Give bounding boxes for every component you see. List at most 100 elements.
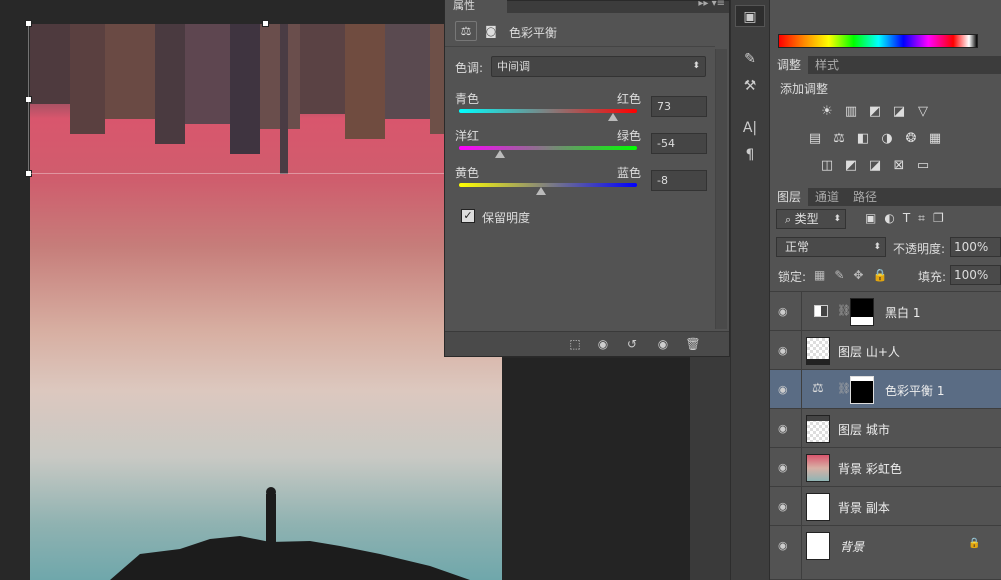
- pixel-filter-icon[interactable]: ▣: [865, 211, 876, 226]
- link-icon[interactable]: ⛓: [837, 304, 851, 317]
- tab-channels[interactable]: 通道: [808, 188, 846, 206]
- slider-3-thumb[interactable]: [535, 187, 546, 195]
- layer-filter-select[interactable]: ⌕ 类型 ⬍: [776, 209, 846, 229]
- slider-2-thumb[interactable]: [494, 150, 505, 158]
- mask-icon[interactable]: ◙: [481, 21, 501, 41]
- link-icon[interactable]: ⛓: [837, 382, 851, 395]
- black-white-icon[interactable]: ◧: [854, 131, 872, 147]
- tab-adjustments[interactable]: 调整: [770, 56, 809, 74]
- layer-thumbnail[interactable]: [806, 415, 830, 443]
- blend-mode-select[interactable]: 正常 ⬍: [776, 237, 886, 257]
- type-filter-icon[interactable]: T: [903, 211, 910, 226]
- tone-select[interactable]: 中间调 ⬍: [491, 56, 706, 77]
- eye-icon[interactable]: ◉: [778, 539, 788, 552]
- tool-presets-icon[interactable]: ⚒: [735, 75, 765, 97]
- eye-icon[interactable]: ◉: [778, 500, 788, 513]
- brightness-icon[interactable]: ☀: [818, 104, 836, 120]
- clip-to-layer-icon[interactable]: ⬚: [567, 337, 583, 351]
- brushes-icon[interactable]: ✎: [735, 48, 765, 70]
- opacity-input[interactable]: 100%: [950, 237, 1001, 257]
- layer-mask-thumbnail[interactable]: [850, 376, 874, 404]
- layer-row-mountain[interactable]: ◉ 图层 山+人: [770, 331, 1001, 370]
- layer-mask-thumbnail[interactable]: [850, 298, 874, 326]
- exposure-icon[interactable]: ◪: [890, 104, 908, 120]
- tab-paths[interactable]: 路径: [846, 188, 884, 206]
- lock-all-icon[interactable]: 🔒: [872, 268, 887, 282]
- color-lookup-icon[interactable]: ▦: [926, 131, 944, 147]
- slider-3-value[interactable]: -8: [651, 170, 707, 191]
- tab-layers[interactable]: 图层: [770, 188, 809, 206]
- balance-icon: ⚖: [812, 381, 824, 396]
- adjustment-filter-icon[interactable]: ◐: [884, 211, 894, 226]
- posterize-icon[interactable]: ◩: [842, 158, 860, 174]
- magenta-green-slider[interactable]: [459, 146, 637, 150]
- panel-menu-icon[interactable]: ▸▸ ▾≡: [698, 0, 725, 9]
- yellow-blue-slider[interactable]: [459, 183, 637, 187]
- layers-tabbar: 图层 通道 路径: [770, 188, 1001, 206]
- artwork-canvas[interactable]: [30, 24, 502, 580]
- layer-row-bg-copy[interactable]: ◉ 背景 副本: [770, 487, 1001, 526]
- photo-filter-icon[interactable]: ◑: [878, 131, 896, 147]
- vibrance-icon[interactable]: ▽: [914, 104, 932, 120]
- fill-input[interactable]: 100%: [950, 265, 1001, 285]
- eye-icon[interactable]: ◉: [778, 461, 788, 474]
- layer-row-bw[interactable]: ◉ ⛓ 黑白 1: [770, 292, 1001, 331]
- transform-handle[interactable]: [262, 20, 269, 27]
- bw-adjustment-icon: [814, 305, 828, 317]
- visibility-icon[interactable]: ◉: [655, 337, 671, 351]
- properties-panel-icon[interactable]: ▣: [735, 5, 765, 27]
- filter-type-value: 类型: [794, 212, 819, 226]
- view-previous-icon[interactable]: ◉: [595, 337, 611, 351]
- layer-thumbnail[interactable]: [806, 532, 830, 560]
- layer-row-city[interactable]: ◉ 图层 城市: [770, 409, 1001, 448]
- properties-scrollbar[interactable]: [715, 49, 727, 329]
- layer-row-background[interactable]: ◉ 背景 🔒: [770, 526, 1001, 580]
- eye-icon[interactable]: ◉: [778, 344, 788, 357]
- paragraph-icon[interactable]: ¶: [735, 144, 765, 166]
- threshold-icon[interactable]: ◪: [866, 158, 884, 174]
- curves-icon[interactable]: ◩: [866, 104, 884, 120]
- slider-2-value[interactable]: -54: [651, 133, 707, 154]
- levels-icon[interactable]: ▥: [842, 104, 860, 120]
- gradient-map-icon[interactable]: ▭: [914, 158, 932, 174]
- slider-1-thumb[interactable]: [607, 113, 618, 121]
- eye-icon[interactable]: ◉: [778, 422, 788, 435]
- invert-icon[interactable]: ◫: [818, 158, 836, 174]
- character-icon[interactable]: A|: [735, 117, 765, 139]
- delete-icon[interactable]: 🗑: [685, 337, 701, 351]
- hue-saturation-icon[interactable]: ▤: [806, 131, 824, 147]
- lock-position-icon[interactable]: ✥: [853, 268, 863, 282]
- layer-thumbnail[interactable]: [806, 454, 830, 482]
- right-panel-column: 调整 样式 添加调整 ☀ ▥ ◩ ◪ ▽ ▤ ⚖ ◧ ◑ ❂ ▦ ◫ ◩ ◪ ⊠…: [770, 0, 1001, 580]
- tone-label: 色调:: [455, 61, 484, 75]
- slider-cyan-label: 青色: [455, 92, 480, 106]
- balance-icon[interactable]: ⚖: [455, 21, 477, 41]
- shape-filter-icon[interactable]: ⌗: [918, 211, 925, 226]
- eye-icon[interactable]: ◉: [778, 305, 788, 318]
- eye-icon[interactable]: ◉: [778, 383, 788, 396]
- selective-color-icon[interactable]: ⊠: [890, 158, 908, 174]
- reset-icon[interactable]: ↺: [624, 337, 640, 351]
- preserve-luminosity-checkbox[interactable]: ✓: [461, 209, 475, 223]
- tab-styles[interactable]: 样式: [808, 56, 846, 74]
- layer-thumbnail[interactable]: [806, 493, 830, 521]
- layer-thumbnail[interactable]: [806, 337, 830, 365]
- smart-object-filter-icon[interactable]: ❐: [933, 211, 944, 226]
- channel-mixer-icon[interactable]: ❂: [902, 131, 920, 147]
- slider-1-value[interactable]: 73: [651, 96, 707, 117]
- divider: [801, 331, 802, 370]
- lock-icons: ▦ ✎ ✥ 🔒: [814, 268, 887, 282]
- slider-green-label: 绿色: [617, 129, 642, 143]
- adjustment-icons-row-3: ◫ ◩ ◪ ⊠ ▭: [818, 158, 932, 174]
- color-ramp[interactable]: [778, 34, 978, 48]
- layer-name: 背景 副本: [838, 501, 890, 515]
- layer-name: 图层 城市: [838, 423, 890, 437]
- layer-row-color-balance[interactable]: ◉ ⚖ ⛓ 色彩平衡 1: [770, 370, 1001, 409]
- properties-tab[interactable]: 属性: [445, 0, 507, 13]
- color-balance-icon[interactable]: ⚖: [830, 131, 848, 147]
- lock-transparency-icon[interactable]: ▦: [814, 268, 825, 282]
- lock-icon: 🔒: [968, 538, 981, 549]
- panel-icon-strip: ▣ ✎ ⚒ A| ¶: [730, 0, 770, 580]
- layer-row-rainbow-bg[interactable]: ◉ 背景 彩虹色: [770, 448, 1001, 487]
- lock-pixels-icon[interactable]: ✎: [834, 268, 844, 282]
